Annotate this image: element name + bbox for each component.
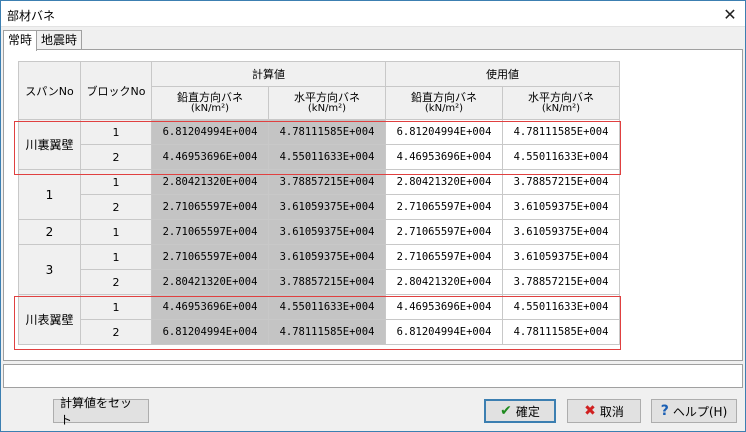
calc-vertical-cell: 4.46953696E+004 (151, 294, 269, 320)
title-bar: 部材バネ ✕ (1, 1, 745, 27)
use-horizontal-cell[interactable]: 3.61059375E+004 (502, 219, 620, 245)
tab-panel: スパンNo ブロックNo 計算値 使用値 鉛直方向バネ (kN/m²) 水平方向… (3, 49, 743, 361)
table-row: 2 6.81204994E+004 4.78111585E+004 6.8120… (19, 319, 620, 345)
tab-earthquake[interactable]: 地震時 (36, 30, 83, 50)
block-cell: 1 (80, 169, 152, 195)
ok-label: 確定 (515, 404, 540, 419)
use-horizontal-cell[interactable]: 3.61059375E+004 (502, 194, 620, 220)
calc-horizontal-cell: 4.55011633E+004 (268, 294, 386, 320)
table-row: 2 4.46953696E+004 4.55011633E+004 4.4695… (19, 144, 620, 170)
header-use-horizontal-unit: (kN/m²) (541, 103, 581, 114)
use-vertical-cell[interactable]: 4.46953696E+004 (385, 294, 503, 320)
header-calc-horizontal-unit: (kN/m²) (307, 103, 347, 114)
cross-icon: ✖ (584, 403, 596, 419)
table-body: 川裏翼壁 1 6.81204994E+004 4.78111585E+004 6… (18, 119, 620, 345)
use-vertical-cell[interactable]: 2.71065597E+004 (385, 219, 503, 245)
calc-horizontal-cell: 3.61059375E+004 (268, 244, 386, 270)
table-row: 3 1 2.71065597E+004 3.61059375E+004 2.71… (18, 244, 620, 295)
block-cell: 2 (80, 319, 152, 345)
use-vertical-cell[interactable]: 2.71065597E+004 (385, 244, 503, 270)
span-cell: 川表翼壁 (18, 294, 81, 345)
calc-horizontal-cell: 3.78857215E+004 (268, 169, 386, 195)
set-calc-value-label: 計算値をセット (60, 396, 133, 427)
use-horizontal-cell[interactable]: 3.78857215E+004 (502, 169, 620, 195)
calc-horizontal-cell: 3.78857215E+004 (268, 269, 386, 295)
calc-horizontal-cell: 3.61059375E+004 (268, 194, 386, 220)
header-use-horizontal-label: 水平方向バネ (528, 91, 594, 104)
use-horizontal-cell[interactable]: 3.78857215E+004 (502, 269, 620, 295)
use-vertical-cell[interactable]: 6.81204994E+004 (385, 319, 503, 345)
calc-vertical-cell: 6.81204994E+004 (151, 319, 269, 345)
calc-vertical-cell: 4.46953696E+004 (151, 144, 269, 170)
table-row: 2 1 2.71065597E+004 3.61059375E+004 2.71… (18, 219, 620, 245)
table-row: 川表翼壁 1 4.46953696E+004 4.55011633E+004 4… (18, 294, 620, 345)
use-vertical-cell[interactable]: 2.71065597E+004 (385, 194, 503, 220)
status-bar (3, 364, 743, 388)
cancel-button[interactable]: ✖ 取消 (567, 399, 641, 423)
table-row: 2 2.71065597E+004 3.61059375E+004 2.7106… (19, 194, 620, 220)
header-span-no: スパンNo (18, 61, 81, 120)
header-use-horizontal: 水平方向バネ (kN/m²) (502, 86, 620, 120)
calc-vertical-cell: 2.71065597E+004 (151, 219, 269, 245)
dialog-window: 部材バネ ✕ 常時 地震時 スパンNo ブロックNo 計算値 使用値 鉛直方向バ… (0, 0, 746, 432)
block-cell: 1 (80, 119, 152, 145)
window-title: 部材バネ (7, 9, 56, 23)
block-cell: 2 (80, 144, 152, 170)
span-cell: 1 (18, 169, 81, 220)
header-calc-group: 計算値 (151, 61, 386, 87)
spring-table: スパンNo ブロックNo 計算値 使用値 鉛直方向バネ (kN/m²) 水平方向… (18, 61, 620, 345)
use-vertical-cell[interactable]: 2.80421320E+004 (385, 269, 503, 295)
block-cell: 1 (80, 219, 152, 245)
header-calc-vertical-unit: (kN/m²) (190, 103, 230, 114)
check-icon: ✔ (500, 403, 512, 419)
header-use-vertical-unit: (kN/m²) (424, 103, 464, 114)
calc-horizontal-cell: 4.78111585E+004 (268, 119, 386, 145)
header-use-vertical-label: 鉛直方向バネ (411, 91, 477, 104)
header-calc-vertical-label: 鉛直方向バネ (177, 91, 243, 104)
calc-vertical-cell: 2.80421320E+004 (151, 269, 269, 295)
calc-vertical-cell: 2.71065597E+004 (151, 194, 269, 220)
header-calc-vertical: 鉛直方向バネ (kN/m²) (151, 86, 269, 120)
use-vertical-cell[interactable]: 4.46953696E+004 (385, 144, 503, 170)
calc-vertical-cell: 2.71065597E+004 (151, 244, 269, 270)
calc-vertical-cell: 2.80421320E+004 (151, 169, 269, 195)
calc-vertical-cell: 6.81204994E+004 (151, 119, 269, 145)
block-cell: 2 (80, 194, 152, 220)
help-label: ヘルプ(H) (672, 404, 728, 419)
header-block-no: ブロックNo (80, 61, 152, 120)
calc-horizontal-cell: 3.61059375E+004 (268, 219, 386, 245)
table-row: 1 1 2.80421320E+004 3.78857215E+004 2.80… (18, 169, 620, 220)
close-icon[interactable]: ✕ (715, 1, 745, 27)
tab-normal[interactable]: 常時 (3, 30, 38, 51)
block-cell: 1 (80, 244, 152, 270)
use-vertical-cell[interactable]: 6.81204994E+004 (385, 119, 503, 145)
use-vertical-cell[interactable]: 2.80421320E+004 (385, 169, 503, 195)
span-cell: 2 (18, 219, 81, 245)
header-use-group: 使用値 (385, 61, 620, 87)
use-horizontal-cell[interactable]: 4.55011633E+004 (502, 294, 620, 320)
block-cell: 1 (80, 294, 152, 320)
header-calc-horizontal: 水平方向バネ (kN/m²) (268, 86, 386, 120)
table-row: 川裏翼壁 1 6.81204994E+004 4.78111585E+004 6… (18, 119, 620, 170)
calc-horizontal-cell: 4.78111585E+004 (268, 319, 386, 345)
header-use-vertical: 鉛直方向バネ (kN/m²) (385, 86, 503, 120)
use-horizontal-cell[interactable]: 4.78111585E+004 (502, 319, 620, 345)
help-button[interactable]: ? ヘルプ(H) (651, 399, 737, 423)
tab-strip: 常時 地震時 (3, 30, 83, 51)
span-cell: 川裏翼壁 (18, 119, 81, 170)
calc-horizontal-cell: 4.55011633E+004 (268, 144, 386, 170)
use-horizontal-cell[interactable]: 4.78111585E+004 (502, 119, 620, 145)
cancel-label: 取消 (599, 404, 624, 419)
block-cell: 2 (80, 269, 152, 295)
ok-button[interactable]: ✔ 確定 (484, 399, 556, 423)
header-calc-horizontal-label: 水平方向バネ (294, 91, 360, 104)
span-cell: 3 (18, 244, 81, 295)
help-icon: ? (660, 403, 669, 419)
set-calc-value-button[interactable]: 計算値をセット (53, 396, 149, 427)
use-horizontal-cell[interactable]: 3.61059375E+004 (502, 244, 620, 270)
table-row: 2 2.80421320E+004 3.78857215E+004 2.8042… (19, 269, 620, 295)
use-horizontal-cell[interactable]: 4.55011633E+004 (502, 144, 620, 170)
